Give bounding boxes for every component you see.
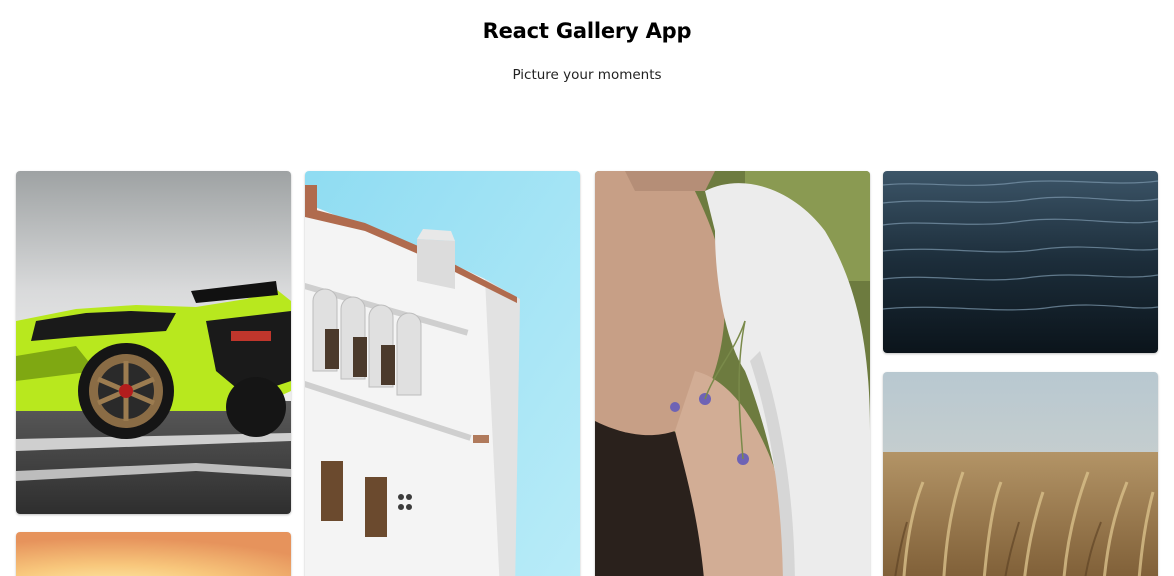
photo-sports-car[interactable] [16,171,291,514]
page-title: React Gallery App [482,19,692,43]
gallery-page: React Gallery App Picture your moments [0,0,1174,576]
woman-grass-image [595,171,870,576]
wheat-field-image [883,372,1158,576]
photo-white-building[interactable] [305,171,580,576]
white-building-image [305,171,580,576]
photo-woman-grass[interactable] [595,171,870,576]
photo-dark-water[interactable] [883,171,1158,353]
photo-wheat-field[interactable] [883,372,1158,576]
orange-gradient-image [16,532,291,576]
page-subtitle: Picture your moments [512,67,662,83]
sports-car-image [16,171,291,514]
dark-water-image [883,171,1158,353]
photo-orange-gradient[interactable] [16,532,291,576]
